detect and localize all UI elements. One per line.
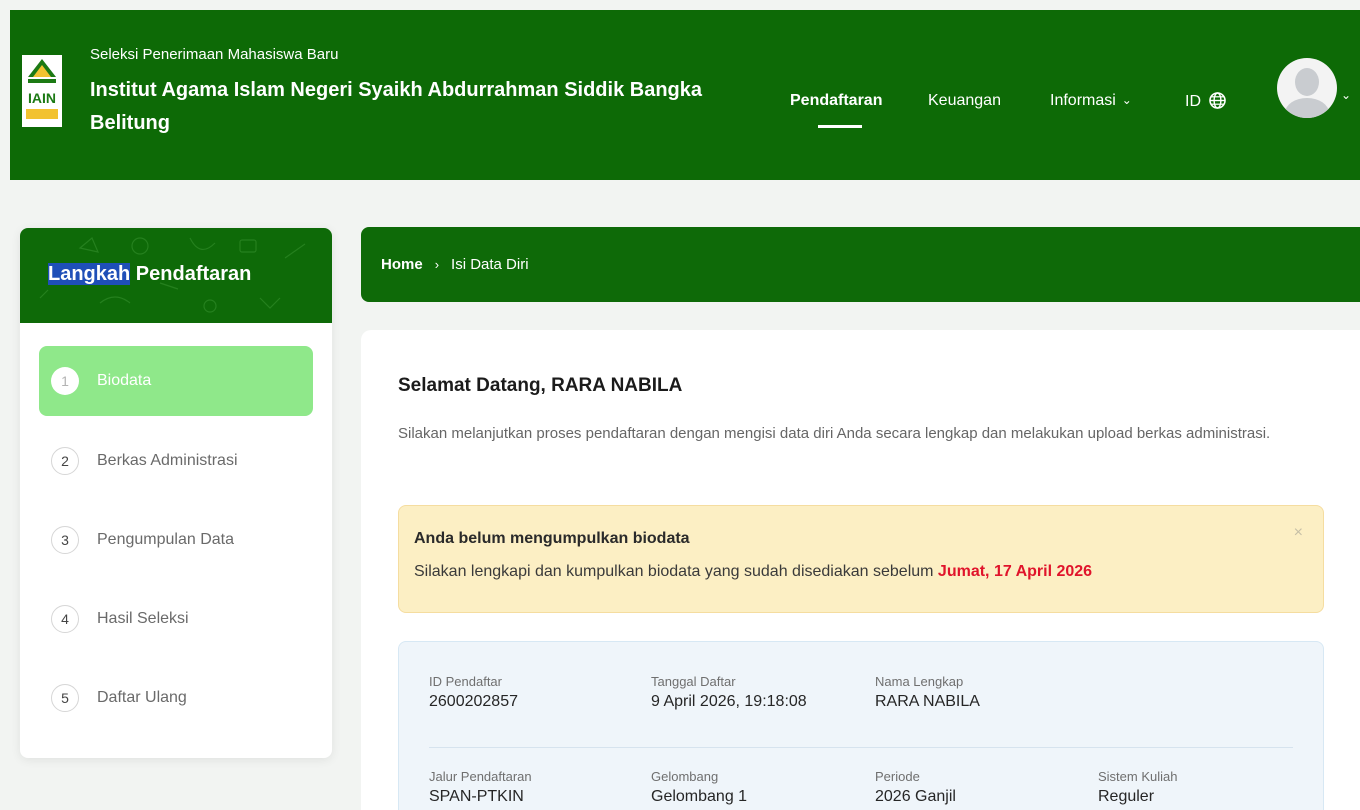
step-label: Biodata: [97, 372, 152, 389]
field-nama-lengkap: Nama Lengkap RARA NABILA: [875, 674, 980, 710]
main-content-card: Selamat Datang, RARA NABILA Silakan mela…: [361, 330, 1360, 810]
step-berkas-administrasi[interactable]: 2 Berkas Administrasi: [39, 426, 313, 496]
step-number: 3: [51, 526, 79, 554]
iain-logo[interactable]: IAIN: [22, 55, 62, 127]
step-label: Pengumpulan Data: [97, 531, 234, 548]
step-daftar-ulang[interactable]: 5 Daftar Ulang: [39, 663, 313, 733]
step-label: Hasil Seleksi: [97, 610, 189, 627]
field-jalur-pendaftaran: Jalur Pendaftaran SPAN-PTKIN: [429, 769, 532, 805]
nav-informasi-label: Informasi: [1050, 92, 1116, 109]
nav-active-underline: [818, 125, 862, 128]
step-number: 2: [51, 447, 79, 475]
chevron-down-icon[interactable]: ⌄: [1341, 88, 1351, 102]
step-number: 1: [51, 367, 79, 395]
field-periode: Periode 2026 Ganjil: [875, 769, 956, 805]
steps-title: Langkah Pendaftaran: [48, 263, 252, 285]
registration-steps-panel: Langkah Pendaftaran 1 Biodata 2 Berkas A…: [20, 228, 332, 758]
nav-pendaftaran[interactable]: Pendaftaran: [790, 92, 882, 110]
alert-title: Anda belum mengumpulkan biodata: [414, 530, 690, 547]
steps-header: Langkah Pendaftaran: [20, 228, 332, 323]
language-switcher[interactable]: ID: [1185, 92, 1227, 111]
nav-informasi[interactable]: Informasi ⌄: [1050, 92, 1132, 110]
institution-title: Institut Agama Islam Negeri Syaikh Abdur…: [90, 79, 703, 134]
breadcrumb-home[interactable]: Home: [381, 256, 423, 273]
breadcrumb: Home › Isi Data Diri: [361, 227, 1360, 302]
user-avatar[interactable]: [1277, 58, 1337, 118]
step-number: 5: [51, 684, 79, 712]
step-label: Berkas Administrasi: [97, 452, 238, 469]
nav-keuangan[interactable]: Keuangan: [928, 92, 1001, 110]
globe-icon: [1209, 92, 1227, 109]
header-subtitle: Seleksi Penerimaan Mahasiswa Baru: [90, 46, 339, 63]
welcome-heading: Selamat Datang, RARA NABILA: [398, 375, 683, 396]
step-number: 4: [51, 605, 79, 633]
field-id-pendaftar: ID Pendaftar 2600202857: [429, 674, 518, 710]
registration-info-panel: ID Pendaftar 2600202857 Tanggal Daftar 9…: [398, 641, 1324, 810]
svg-text:IAIN: IAIN: [28, 90, 56, 106]
field-tanggal-daftar: Tanggal Daftar 9 April 2026, 19:18:08: [651, 674, 807, 710]
chevron-down-icon: ⌄: [1121, 93, 1132, 107]
close-icon[interactable]: ×: [1294, 524, 1303, 542]
step-biodata[interactable]: 1 Biodata: [39, 346, 313, 416]
biodata-warning-alert: Anda belum mengumpulkan biodata Silakan …: [398, 505, 1324, 613]
intro-text: Silakan melanjutkan proses pendaftaran d…: [398, 425, 1271, 442]
step-hasil-seleksi[interactable]: 4 Hasil Seleksi: [39, 584, 313, 654]
step-pengumpulan-data[interactable]: 3 Pengumpulan Data: [39, 505, 313, 575]
field-gelombang: Gelombang Gelombang 1: [651, 769, 748, 805]
step-label: Daftar Ulang: [97, 689, 187, 706]
top-header: IAIN Seleksi Penerimaan Mahasiswa Baru I…: [10, 10, 1360, 180]
field-sistem-kuliah: Sistem Kuliah Reguler: [1098, 769, 1178, 805]
alert-text: Silakan lengkapi dan kumpulkan biodata y…: [414, 563, 1093, 580]
language-label: ID: [1185, 93, 1201, 110]
breadcrumb-current: Isi Data Diri: [451, 256, 529, 273]
chevron-right-icon: ›: [434, 257, 440, 272]
divider: [429, 747, 1293, 748]
deadline-date: Jumat, 17 April 2026: [937, 563, 1093, 580]
